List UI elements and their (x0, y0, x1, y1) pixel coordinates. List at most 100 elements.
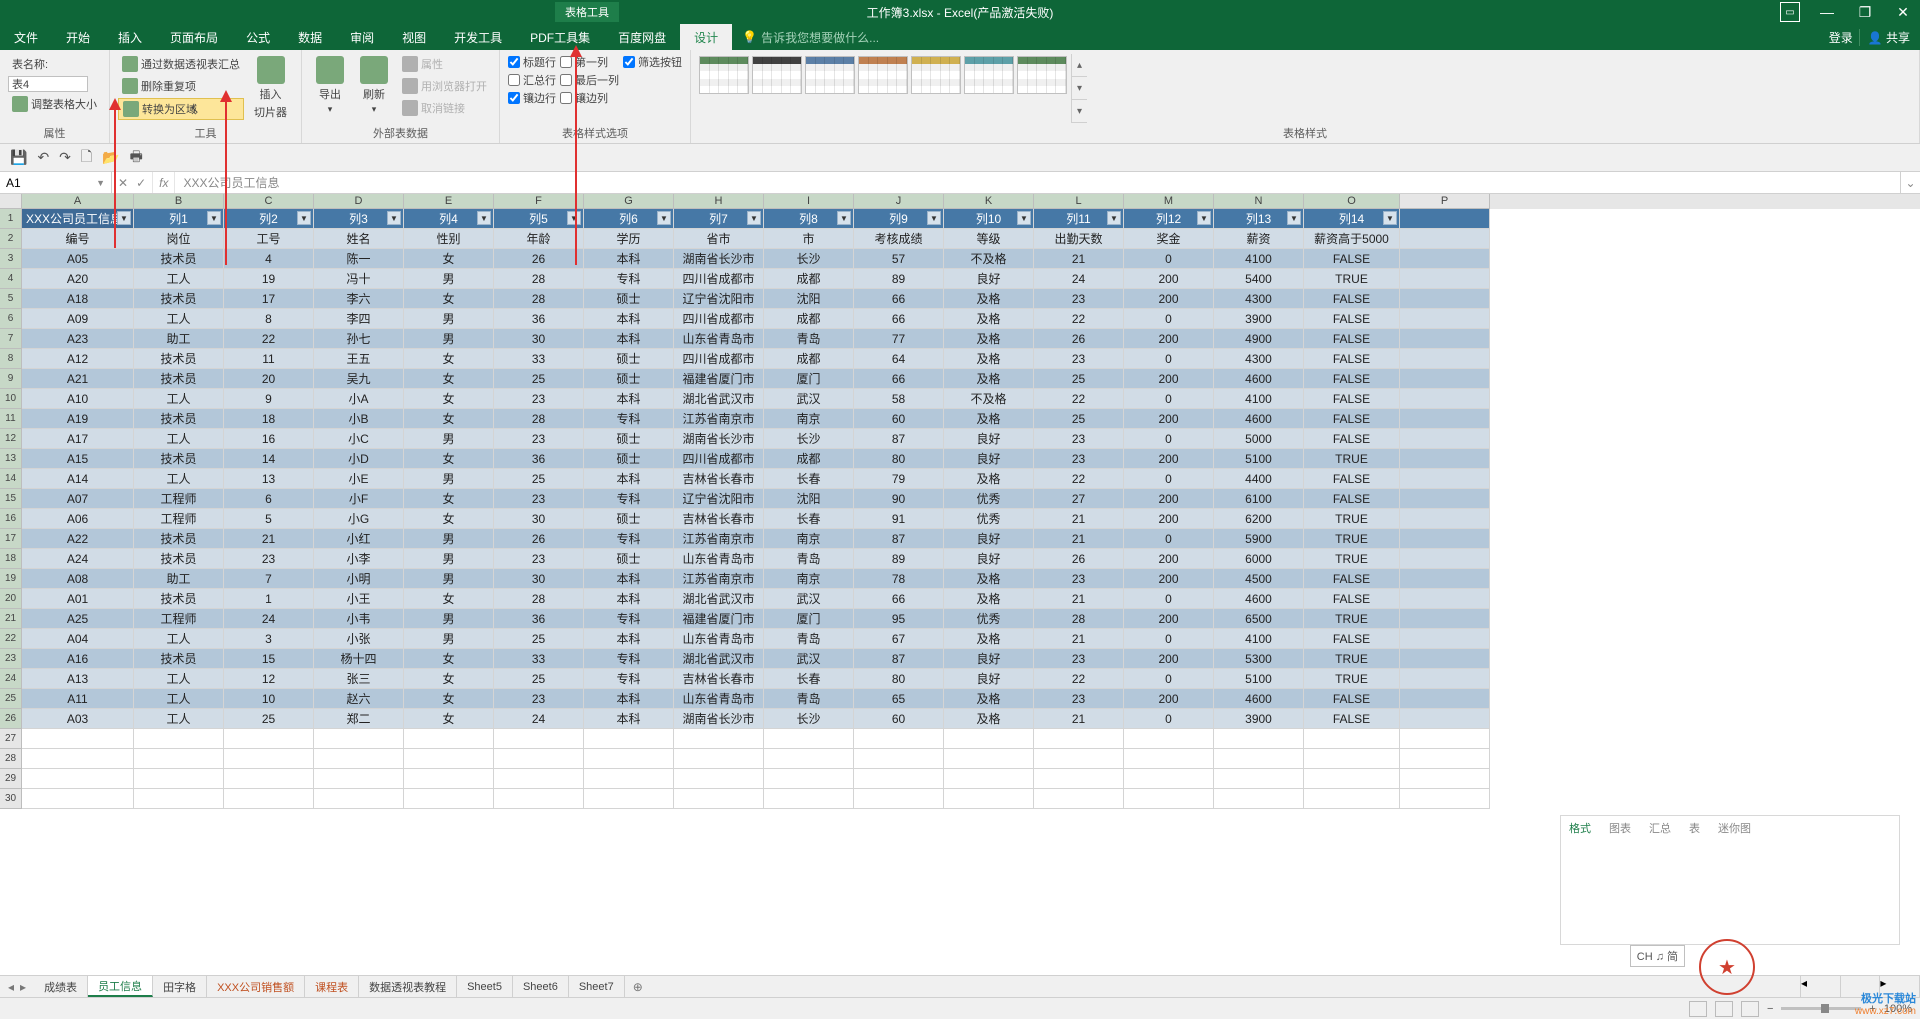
cell[interactable]: 19 (224, 269, 314, 289)
cell[interactable]: 本科 (584, 249, 674, 269)
tab-home[interactable]: 开始 (52, 24, 104, 50)
cell[interactable]: 男 (404, 569, 494, 589)
select-all-corner[interactable] (0, 194, 22, 209)
cell[interactable]: TRUE (1304, 509, 1400, 529)
cell[interactable]: 22 (1034, 469, 1124, 489)
gallery-down-button[interactable]: ▾ (1072, 77, 1087, 100)
sheet-tab[interactable]: Sheet7 (569, 976, 625, 997)
cell[interactable]: 0 (1124, 709, 1214, 729)
cell[interactable] (404, 729, 494, 749)
cell[interactable]: 薪资 (1214, 229, 1304, 249)
cell[interactable]: 南京 (764, 409, 854, 429)
cell[interactable]: 21 (224, 529, 314, 549)
cell[interactable]: 武汉 (764, 389, 854, 409)
cell[interactable]: 23 (1034, 349, 1124, 369)
view-break-icon[interactable] (1741, 1001, 1759, 1017)
cell[interactable]: 10 (224, 689, 314, 709)
cell[interactable] (1400, 529, 1490, 549)
cell[interactable]: 技术员 (134, 249, 224, 269)
cell[interactable]: 女 (404, 669, 494, 689)
cell[interactable]: 4100 (1214, 389, 1304, 409)
cell[interactable]: 技术员 (134, 349, 224, 369)
cell[interactable] (854, 789, 944, 809)
cell[interactable] (1124, 769, 1214, 789)
cell[interactable]: 5100 (1214, 669, 1304, 689)
filter-dropdown-icon[interactable]: ▼ (387, 211, 401, 225)
cell[interactable]: 青岛 (764, 549, 854, 569)
cell[interactable]: 21 (1034, 629, 1124, 649)
cell[interactable]: 女 (404, 409, 494, 429)
cell[interactable]: 列5▼ (494, 209, 584, 229)
column-header[interactable]: O (1304, 194, 1400, 209)
row-header[interactable]: 1 (0, 209, 22, 229)
row-header[interactable]: 7 (0, 329, 22, 349)
cell[interactable]: TRUE (1304, 449, 1400, 469)
cell[interactable] (224, 769, 314, 789)
cell[interactable]: 沈阳 (764, 489, 854, 509)
fx-button[interactable]: fx (153, 172, 175, 193)
cell[interactable] (1124, 749, 1214, 769)
filter-dropdown-icon[interactable]: ▼ (117, 211, 131, 225)
cell[interactable] (1304, 729, 1400, 749)
cell[interactable]: 湖南省长沙市 (674, 249, 764, 269)
cell[interactable]: 女 (404, 289, 494, 309)
table-style-swatch[interactable] (805, 56, 855, 94)
cell[interactable]: FALSE (1304, 409, 1400, 429)
cell[interactable]: 0 (1124, 589, 1214, 609)
cell[interactable]: 4500 (1214, 569, 1304, 589)
cell[interactable] (134, 789, 224, 809)
cell[interactable]: 薪资高于5000 (1304, 229, 1400, 249)
cell[interactable]: 28 (494, 269, 584, 289)
column-header[interactable]: M (1124, 194, 1214, 209)
cell[interactable]: 25 (494, 469, 584, 489)
cell[interactable]: 本科 (584, 469, 674, 489)
row-header[interactable]: 4 (0, 269, 22, 289)
login-link[interactable]: 登录 (1829, 29, 1853, 46)
cell[interactable]: 0 (1124, 349, 1214, 369)
tell-me[interactable]: 💡告诉我您想要做什么... (742, 24, 879, 50)
cell[interactable]: 列12▼ (1124, 209, 1214, 229)
cell[interactable]: 66 (854, 369, 944, 389)
cell[interactable]: 湖北省武汉市 (674, 649, 764, 669)
cell[interactable] (1214, 769, 1304, 789)
cell[interactable]: 57 (854, 249, 944, 269)
cell[interactable]: 及格 (944, 629, 1034, 649)
row-header[interactable]: 2 (0, 229, 22, 249)
column-header[interactable]: H (674, 194, 764, 209)
cell[interactable]: 列8▼ (764, 209, 854, 229)
cell[interactable]: 男 (404, 549, 494, 569)
cell[interactable]: 列6▼ (584, 209, 674, 229)
row-header[interactable]: 24 (0, 669, 22, 689)
cell[interactable]: 本科 (584, 309, 674, 329)
row-header[interactable]: 20 (0, 589, 22, 609)
cell[interactable] (1400, 549, 1490, 569)
row-header[interactable]: 26 (0, 709, 22, 729)
cell[interactable]: 21 (1034, 589, 1124, 609)
cell[interactable] (1304, 789, 1400, 809)
cell[interactable]: 58 (854, 389, 944, 409)
tab-dev[interactable]: 开发工具 (440, 24, 516, 50)
cell[interactable]: 5300 (1214, 649, 1304, 669)
cell[interactable]: 30 (494, 509, 584, 529)
cell[interactable]: A07 (22, 489, 134, 509)
cell[interactable]: 4900 (1214, 329, 1304, 349)
cell[interactable] (1400, 329, 1490, 349)
cell[interactable] (224, 729, 314, 749)
cell[interactable]: 22 (1034, 669, 1124, 689)
cell[interactable]: 成都 (764, 269, 854, 289)
cell[interactable]: 及格 (944, 289, 1034, 309)
column-header[interactable]: E (404, 194, 494, 209)
row-header[interactable]: 23 (0, 649, 22, 669)
quick-analysis-popup[interactable]: 格式图表汇总表迷你图 (1560, 815, 1900, 945)
cell[interactable]: 0 (1124, 629, 1214, 649)
cell[interactable]: 87 (854, 649, 944, 669)
cell[interactable]: 8 (224, 309, 314, 329)
cell[interactable]: 硕士 (584, 509, 674, 529)
cell[interactable] (494, 769, 584, 789)
cell[interactable]: 64 (854, 349, 944, 369)
cell[interactable] (314, 729, 404, 749)
cell[interactable]: 硕士 (584, 289, 674, 309)
cell[interactable]: 岗位 (134, 229, 224, 249)
cell[interactable]: A03 (22, 709, 134, 729)
cell[interactable]: A14 (22, 469, 134, 489)
